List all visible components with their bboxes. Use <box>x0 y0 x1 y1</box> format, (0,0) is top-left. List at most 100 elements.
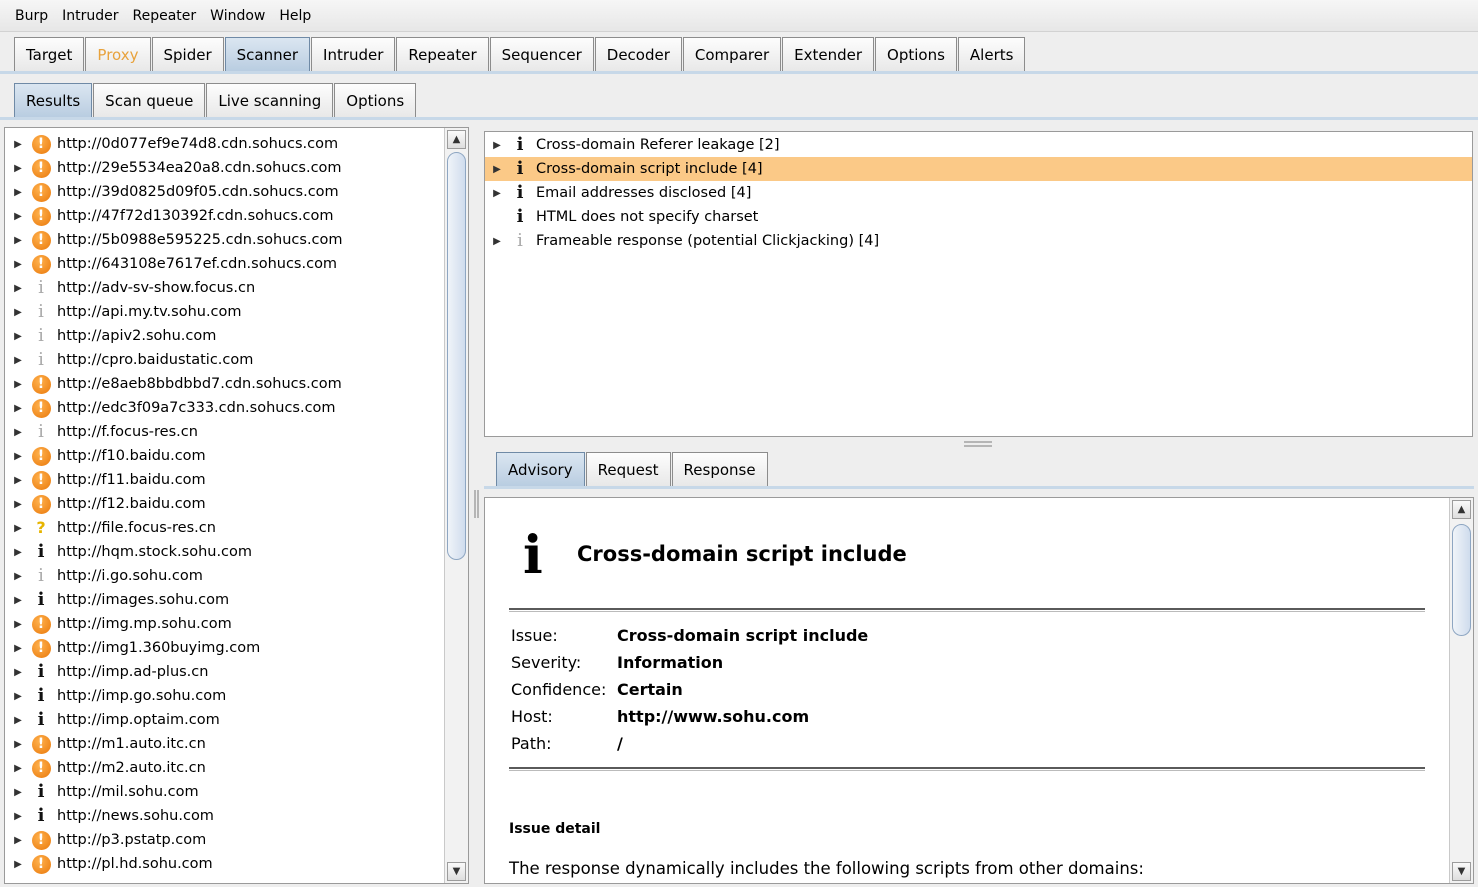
expand-arrow-icon[interactable]: ▶ <box>7 571 29 582</box>
host-row[interactable]: ▶! http://f11.baidu.com <box>5 468 445 492</box>
host-row[interactable]: ▶! http://39d0825d09f05.cdn.sohucs.com <box>5 180 445 204</box>
expand-arrow-icon[interactable]: ▶ <box>7 811 29 822</box>
host-row[interactable]: ▶ i http://apiv2.sohu.com <box>5 324 445 348</box>
tab-target[interactable]: Target <box>14 37 85 71</box>
expand-arrow-icon[interactable]: ▶ <box>7 667 29 678</box>
expand-arrow-icon[interactable]: ▶ <box>7 547 29 558</box>
host-row[interactable]: ▶ i http://imp.ad-plus.cn <box>5 660 445 684</box>
expand-arrow-icon[interactable]: ▶ <box>7 211 29 222</box>
menu-window[interactable]: Window <box>203 8 272 24</box>
expand-arrow-icon[interactable]: ▶ <box>7 619 29 630</box>
expand-arrow-icon[interactable]: ▶ <box>7 331 29 342</box>
expand-arrow-icon[interactable]: ▶ <box>7 403 29 414</box>
tab-comparer[interactable]: Comparer <box>682 37 782 71</box>
expand-arrow-icon[interactable]: ▶ <box>7 787 29 798</box>
issue-row[interactable]: ▶ i Frameable response (potential Clickjac… <box>485 229 1472 253</box>
expand-arrow-icon[interactable]: ▶ <box>486 188 508 199</box>
horizontal-splitter-handle[interactable] <box>964 441 992 447</box>
expand-arrow-icon[interactable]: ▶ <box>7 427 29 438</box>
host-row[interactable]: ▶ i http://f.focus-res.cn <box>5 420 445 444</box>
host-row[interactable]: ▶? http://file.focus-res.cn <box>5 516 445 540</box>
host-row[interactable]: ▶! http://0d077ef9e74d8.cdn.sohucs.com <box>5 132 445 156</box>
host-row[interactable]: ▶! http://47f72d130392f.cdn.sohucs.com <box>5 204 445 228</box>
issue-row[interactable]: ▶ i Email addresses disclosed [4] <box>485 181 1472 205</box>
expand-arrow-icon[interactable]: ▶ <box>7 235 29 246</box>
host-row[interactable]: ▶ i http://news.sohu.com <box>5 804 445 828</box>
host-row[interactable]: ▶ i http://images.sohu.com <box>5 588 445 612</box>
subtab-live-scanning[interactable]: Live scanning <box>206 83 334 117</box>
host-row[interactable]: ▶! http://m2.auto.itc.cn <box>5 756 445 780</box>
detail-tab-response[interactable]: Response <box>671 452 768 486</box>
expand-arrow-icon[interactable]: ▶ <box>7 859 29 870</box>
expand-arrow-icon[interactable]: ▶ <box>7 595 29 606</box>
expand-arrow-icon[interactable]: ▶ <box>7 763 29 774</box>
expand-arrow-icon[interactable]: ▶ <box>7 835 29 846</box>
host-row[interactable]: ▶ i http://mil.sohu.com <box>5 780 445 804</box>
tab-sequencer[interactable]: Sequencer <box>489 37 594 71</box>
expand-arrow-icon[interactable]: ▶ <box>7 451 29 462</box>
expand-arrow-icon[interactable]: ▶ <box>7 355 29 366</box>
expand-arrow-icon[interactable]: ▶ <box>7 283 29 294</box>
scroll-down-button[interactable]: ▼ <box>1452 862 1471 881</box>
expand-arrow-icon[interactable]: ▶ <box>7 739 29 750</box>
menu-help[interactable]: Help <box>272 8 318 24</box>
issue-row[interactable]: ▶ i Cross-domain Referer leakage [2] <box>485 133 1472 157</box>
tab-options[interactable]: Options <box>875 37 957 71</box>
site-tree-scrollbar[interactable]: ▲ ▼ <box>444 128 468 883</box>
host-row[interactable]: ▶! http://m1.auto.itc.cn <box>5 732 445 756</box>
tab-scanner[interactable]: Scanner <box>224 37 311 71</box>
expand-arrow-icon[interactable]: ▶ <box>7 691 29 702</box>
expand-arrow-icon[interactable]: ▶ <box>7 523 29 534</box>
tab-proxy[interactable]: Proxy <box>85 37 151 71</box>
host-row[interactable]: ▶! http://29e5534ea20a8.cdn.sohucs.com <box>5 156 445 180</box>
expand-arrow-icon[interactable]: ▶ <box>486 140 508 151</box>
host-row[interactable]: ▶! http://f12.baidu.com <box>5 492 445 516</box>
host-row[interactable]: ▶! http://p3.pstatp.com <box>5 828 445 852</box>
issue-row[interactable]: i HTML does not specify charset <box>485 205 1472 229</box>
subtab-results[interactable]: Results <box>14 83 93 117</box>
expand-arrow-icon[interactable]: ▶ <box>7 643 29 654</box>
host-row[interactable]: ▶! http://643108e7617ef.cdn.sohucs.com <box>5 252 445 276</box>
expand-arrow-icon[interactable]: ▶ <box>7 187 29 198</box>
host-row[interactable]: ▶! http://img.mp.sohu.com <box>5 612 445 636</box>
host-row[interactable]: ▶! http://f10.baidu.com <box>5 444 445 468</box>
host-row[interactable]: ▶ i http://imp.go.sohu.com <box>5 684 445 708</box>
subtab-options[interactable]: Options <box>334 83 417 117</box>
expand-arrow-icon[interactable]: ▶ <box>7 475 29 486</box>
expand-arrow-icon[interactable]: ▶ <box>7 139 29 150</box>
tab-decoder[interactable]: Decoder <box>594 37 682 71</box>
tab-alerts[interactable]: Alerts <box>957 37 1026 71</box>
scroll-thumb[interactable] <box>447 152 466 560</box>
expand-arrow-icon[interactable]: ▶ <box>7 163 29 174</box>
expand-arrow-icon[interactable]: ▶ <box>7 307 29 318</box>
host-row[interactable]: ▶! http://pl.hd.sohu.com <box>5 852 445 876</box>
advisory-scrollbar[interactable]: ▲ ▼ <box>1449 498 1473 883</box>
host-row[interactable]: ▶! http://edc3f09a7c333.cdn.sohucs.com <box>5 396 445 420</box>
expand-arrow-icon[interactable]: ▶ <box>486 164 508 175</box>
host-row[interactable]: ▶! http://img1.360buyimg.com <box>5 636 445 660</box>
host-row[interactable]: ▶ i http://cpro.baidustatic.com <box>5 348 445 372</box>
tab-intruder[interactable]: Intruder <box>311 37 396 71</box>
host-row[interactable]: ▶! http://5b0988e595225.cdn.sohucs.com <box>5 228 445 252</box>
scroll-down-button[interactable]: ▼ <box>447 862 466 881</box>
expand-arrow-icon[interactable]: ▶ <box>7 259 29 270</box>
host-row[interactable]: ▶ i http://imp.optaim.com <box>5 708 445 732</box>
expand-arrow-icon[interactable]: ▶ <box>7 715 29 726</box>
detail-tab-advisory[interactable]: Advisory <box>496 452 585 486</box>
menu-burp[interactable]: Burp <box>8 8 55 24</box>
expand-arrow-icon[interactable]: ▶ <box>7 499 29 510</box>
tab-repeater[interactable]: Repeater <box>396 37 489 71</box>
detail-tab-request[interactable]: Request <box>585 452 671 486</box>
scroll-up-button[interactable]: ▲ <box>447 130 466 149</box>
subtab-scan-queue[interactable]: Scan queue <box>93 83 206 117</box>
host-row[interactable]: ▶ i http://api.my.tv.sohu.com <box>5 300 445 324</box>
tab-spider[interactable]: Spider <box>151 37 224 71</box>
vertical-splitter-handle[interactable] <box>474 490 479 518</box>
expand-arrow-icon[interactable]: ▶ <box>7 379 29 390</box>
host-row[interactable]: ▶ i http://i.go.sohu.com <box>5 564 445 588</box>
menu-intruder[interactable]: Intruder <box>55 8 125 24</box>
scroll-thumb[interactable] <box>1452 524 1471 636</box>
host-row[interactable]: ▶ i http://adv-sv-show.focus.cn <box>5 276 445 300</box>
expand-arrow-icon[interactable]: ▶ <box>486 236 508 247</box>
tab-extender[interactable]: Extender <box>782 37 875 71</box>
